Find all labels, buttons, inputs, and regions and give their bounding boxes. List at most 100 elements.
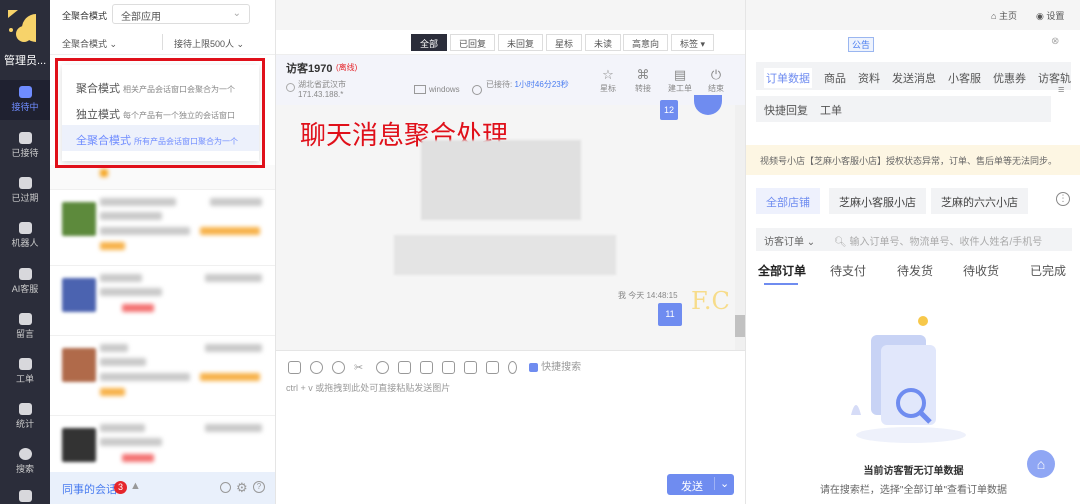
order-type-select[interactable]: 访客订单 ⌄ xyxy=(764,233,815,248)
avatar xyxy=(694,95,722,115)
scissors-icon[interactable]: ✂ xyxy=(354,361,367,374)
nav-stats[interactable]: 统计 xyxy=(0,403,50,430)
nav-expired[interactable]: 已过期 xyxy=(0,177,50,204)
list-item[interactable] xyxy=(50,416,275,476)
tab-order-data[interactable]: 订单数据 xyxy=(764,68,812,88)
monitor-icon xyxy=(414,85,426,94)
filter-replied[interactable]: 已回复 xyxy=(450,34,496,51)
notice-tag[interactable]: 公告 xyxy=(848,37,875,52)
filter-high-intent[interactable]: 高意向 xyxy=(623,34,669,51)
served-time: 1小时46分23秒 xyxy=(514,80,569,89)
chevron-down-icon[interactable]: ⌄ xyxy=(714,477,729,490)
filter-all[interactable]: 全部 xyxy=(411,34,448,51)
nav-more[interactable] xyxy=(0,490,50,504)
order-tab-completed[interactable]: 已完成 xyxy=(1030,262,1066,279)
menu-icon[interactable]: ≡ xyxy=(1058,84,1064,96)
quick-search-checkbox[interactable] xyxy=(529,362,539,372)
nav-message[interactable]: 留言 xyxy=(0,313,50,340)
message-bubble: 11 xyxy=(658,303,682,326)
nav-ticket[interactable]: 工单 xyxy=(0,358,50,385)
help-icon[interactable]: ? xyxy=(253,481,265,493)
action-label: 结束 xyxy=(708,84,724,93)
filter-tags[interactable]: 标签 ▾ xyxy=(671,34,715,51)
warning-banner: 视频号小店【芝麻小客服小店】授权状态异常，订单、售后单等无法同步。 xyxy=(746,145,1080,175)
chat-bubble-icon[interactable] xyxy=(376,360,389,374)
search-icon[interactable] xyxy=(220,482,231,493)
mic-icon[interactable] xyxy=(508,360,517,374)
list-item[interactable] xyxy=(50,190,275,266)
mode-select[interactable]: 全聚合模式 ⌄ xyxy=(62,37,117,50)
gear-icon[interactable]: ⚙ xyxy=(236,480,248,496)
tab-send-message[interactable]: 发送消息 xyxy=(892,70,936,86)
nav-ai[interactable]: AI客服 xyxy=(0,268,50,295)
admin-name[interactable]: 管理员... xyxy=(4,52,46,68)
tab-profile[interactable]: 资料 xyxy=(858,70,880,86)
tab-mini-service[interactable]: 小客服 xyxy=(948,70,981,86)
order-tab-unreceived[interactable]: 待收货 xyxy=(963,262,999,279)
tab-coupons[interactable]: 优惠券 xyxy=(993,70,1026,86)
form-icon[interactable] xyxy=(442,360,455,374)
app-select[interactable]: 全部应用 ⌄ xyxy=(112,4,250,24)
image-icon[interactable] xyxy=(288,360,301,374)
location: 湖北省武汉市 xyxy=(298,80,346,89)
scrollbar[interactable] xyxy=(735,105,745,350)
caret-up-icon[interactable]: ▲ xyxy=(130,480,141,492)
filter-unread[interactable]: 未读 xyxy=(585,34,622,51)
info-icon[interactable]: ⋮ xyxy=(1056,192,1070,206)
close-icon[interactable]: ⊗ xyxy=(1051,36,1059,47)
end-button[interactable]: ⏻ 结束 xyxy=(706,67,726,94)
sidebar: 管理员... 接待中 已接待 已过期 机器人 AI客服 留言 工单 统计 搜索 xyxy=(0,0,50,504)
chart-icon xyxy=(18,403,32,415)
history-icon[interactable] xyxy=(310,360,323,374)
list-item[interactable] xyxy=(50,266,275,336)
tab-products[interactable]: 商品 xyxy=(824,70,846,86)
order-tab-all[interactable]: 全部订单 xyxy=(758,262,806,279)
composer: ✂ 快捷搜索 ctrl + v 或拖拽到此处可直接粘贴发送图片 发送 ⌄ xyxy=(276,350,745,504)
colleague-sessions-bar[interactable]: 同事的会话 3 ▲ ⚙ ? xyxy=(50,472,275,504)
logo xyxy=(8,10,36,42)
shop-2[interactable]: 芝麻的六六小店 xyxy=(931,188,1028,214)
filter-starred[interactable]: 星标 xyxy=(546,34,583,51)
send-button[interactable]: 发送 ⌄ xyxy=(667,474,734,495)
nav-label: 已过期 xyxy=(11,193,39,203)
archive-icon[interactable] xyxy=(486,360,499,374)
order-search-input[interactable]: 🔍︎ 输入订单号、物流单号、收件人姓名/手机号 xyxy=(834,233,1042,248)
message-input[interactable]: ctrl + v 或拖拽到此处可直接粘贴发送图片 xyxy=(286,381,450,394)
nav-search[interactable]: 搜索 xyxy=(0,448,50,475)
nav-robot[interactable]: 机器人 xyxy=(0,222,50,249)
tab-quick-reply[interactable]: 快捷回复 xyxy=(764,102,808,118)
mode-select-value: 全聚合模式 xyxy=(62,39,108,49)
shop-all[interactable]: 全部店铺 xyxy=(756,188,820,214)
info-panel: ⌂ 主页 ◉ 设置 公告 ⊗ 订单数据商品资料发送消息小客服优惠券访客轨迹 快捷… xyxy=(745,0,1080,504)
nav-served[interactable]: 已接待 xyxy=(0,132,50,159)
star-button[interactable]: ☆ 星标 xyxy=(598,67,618,94)
list-item[interactable] xyxy=(50,336,275,416)
message-bubble: 12 xyxy=(660,100,678,120)
shop-1[interactable]: 芝麻小客服小店 xyxy=(829,188,926,214)
upload-icon[interactable] xyxy=(398,360,411,374)
transfer-button[interactable]: ⌘ 转接 xyxy=(633,67,653,94)
nav-label: 已接待 xyxy=(11,148,39,158)
filter-unreplied[interactable]: 未回复 xyxy=(498,34,544,51)
order-tab-unpaid[interactable]: 待支付 xyxy=(830,262,866,279)
inbox-icon[interactable] xyxy=(420,360,433,374)
robot-icon xyxy=(18,222,32,234)
tab-ticket[interactable]: 工单 xyxy=(820,102,842,118)
star-icon: ☆ xyxy=(602,67,614,82)
quick-search-label: 快捷搜索 xyxy=(541,362,582,373)
served-label: 已接待: xyxy=(486,80,513,89)
limit-select[interactable]: 接待上限500人 ⌄ xyxy=(174,37,244,50)
order-tab-unshipped[interactable]: 待发货 xyxy=(897,262,933,279)
nav-label: 统计 xyxy=(15,419,34,429)
tab-visitor-trail[interactable]: 访客轨迹 xyxy=(1038,70,1071,86)
settings-link[interactable]: ◉ 设置 xyxy=(1036,9,1064,22)
home-float-button[interactable]: ⌂ xyxy=(1027,450,1055,478)
badge: 3 xyxy=(114,481,127,494)
nav-serving[interactable]: 接待中 xyxy=(0,80,50,120)
ai-chat-icon xyxy=(18,268,32,280)
emoji-icon[interactable] xyxy=(332,360,345,374)
home-link[interactable]: ⌂ 主页 xyxy=(991,9,1017,22)
os: windows xyxy=(429,85,460,94)
create-ticket-button[interactable]: ▤ 建工单 xyxy=(666,67,694,94)
video-icon[interactable] xyxy=(464,360,477,374)
